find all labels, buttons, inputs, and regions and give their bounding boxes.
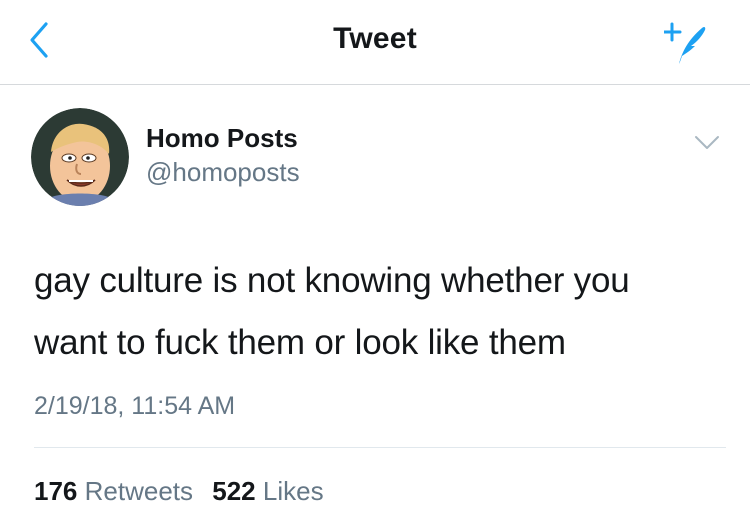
avatar[interactable] — [31, 108, 129, 206]
tweet-stats: 176 Retweets 522 Likes — [34, 476, 336, 507]
author-display-name[interactable]: Homo Posts — [146, 123, 298, 154]
likes-count: 522 — [212, 476, 256, 506]
page-title: Tweet — [333, 22, 417, 55]
navigation-bar: Tweet — [0, 0, 750, 85]
chevron-down-icon — [695, 136, 719, 149]
compose-tweet-button[interactable] — [662, 18, 708, 66]
tweet-text-line: gay culture is not knowing whether you — [34, 261, 630, 300]
retweets-count: 176 — [34, 476, 78, 506]
profile-picture — [31, 108, 129, 206]
compose-tweet-icon — [662, 22, 706, 64]
retweets-label: Retweets — [84, 476, 194, 506]
tweet-timestamp: 2/19/18, 11:54 AM — [34, 392, 236, 420]
likes-stat[interactable]: 522 Likes — [212, 476, 323, 507]
divider — [34, 447, 726, 448]
likes-label: Likes — [262, 476, 324, 506]
retweets-stat[interactable]: 176 Retweets — [34, 476, 193, 507]
tweet-text: gay culture is not knowing whether you w… — [34, 250, 724, 374]
author-handle[interactable]: @homoposts — [146, 157, 300, 188]
tweet-text-line: want to fuck them or look like them — [34, 323, 566, 362]
tweet-menu-button[interactable] — [694, 133, 720, 153]
